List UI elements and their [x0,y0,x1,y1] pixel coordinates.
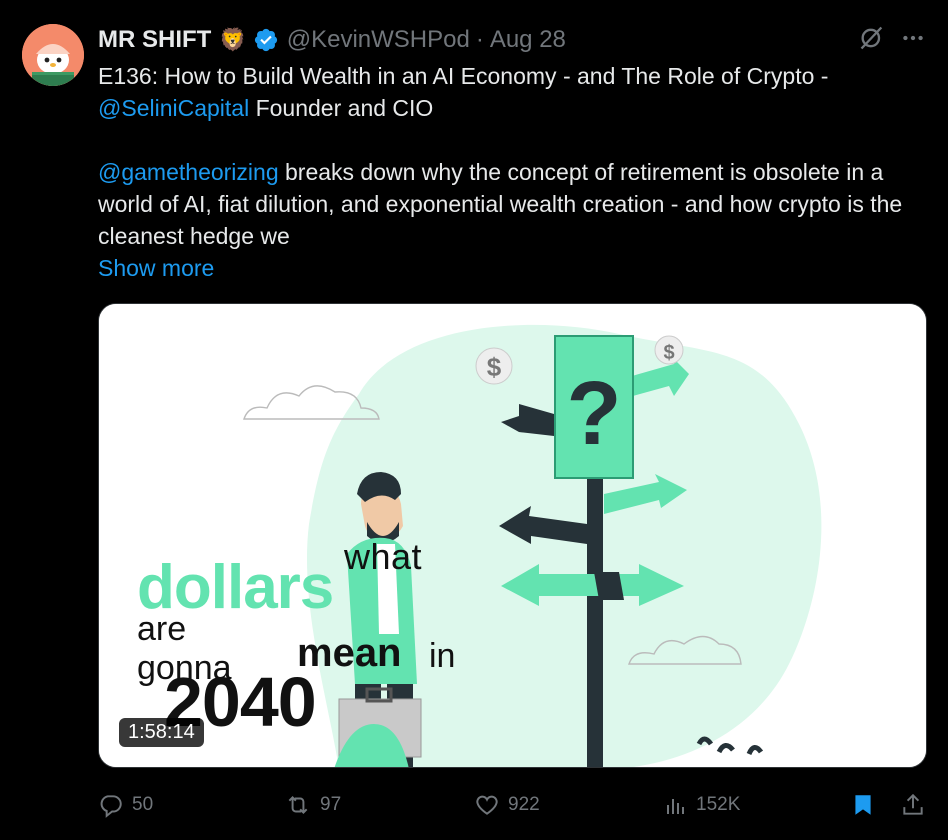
author-name[interactable]: MR SHIFT [98,26,211,54]
tweet-top-actions [858,24,926,52]
tweet-line-2-text: Founder and CIO [249,95,434,121]
repost-button[interactable]: 97 [284,788,341,822]
lion-emoji: 🦁 [219,27,247,52]
coin-dollar-right: $ [663,342,674,364]
tweet-action-bar: 50 97 922 152K [98,788,928,822]
coin-dollar-left: $ [487,352,502,382]
mention-link[interactable]: @gametheorizing [98,159,279,185]
author-handle[interactable]: @KevinWSHPod [287,26,470,54]
sign-question-mark: ? [567,364,622,464]
grok-icon[interactable] [858,24,886,52]
tweet-text: E136: How to Build Wealth in an AI Econo… [98,60,928,284]
more-options-icon[interactable] [900,25,926,51]
reply-button[interactable]: 50 [98,788,153,822]
view-count: 152K [696,794,741,815]
reply-count: 50 [132,794,154,815]
tweet-body: @gametheorizing breaks down why the conc… [98,156,928,252]
repost-count: 97 [320,794,342,815]
tweet-line-2: @SeliniCapital Founder and CIO [98,92,928,124]
like-count: 922 [508,794,540,815]
tweet-header: MR SHIFT 🦁 @KevinWSHPod · Aug 28 [98,25,566,55]
show-more-link[interactable]: Show more [98,252,928,284]
separator-dot: · [475,26,484,53]
tweet-date[interactable]: Aug 28 [490,26,566,54]
video-media[interactable]: ? $ $ what dollars are gonna mean in 204… [98,303,927,768]
analytics-icon [664,792,688,818]
bookmark-button[interactable] [850,788,876,822]
avatar[interactable] [22,24,84,86]
mention-link[interactable]: @SeliniCapital [98,95,249,121]
views-button[interactable]: 152K [664,788,740,822]
share-icon [900,792,926,818]
share-button[interactable] [900,788,926,822]
reply-icon [98,792,124,818]
overlay-in: in [429,637,456,675]
tweet-line-1: E136: How to Build Wealth in an AI Econo… [98,63,829,89]
repost-icon [284,792,312,818]
like-button[interactable]: 922 [474,788,540,822]
overlay-what: what [344,536,423,577]
verified-badge-icon[interactable] [253,27,279,53]
heart-icon [474,792,500,818]
video-duration-badge: 1:58:14 [119,718,204,747]
bookmark-icon [850,791,876,819]
